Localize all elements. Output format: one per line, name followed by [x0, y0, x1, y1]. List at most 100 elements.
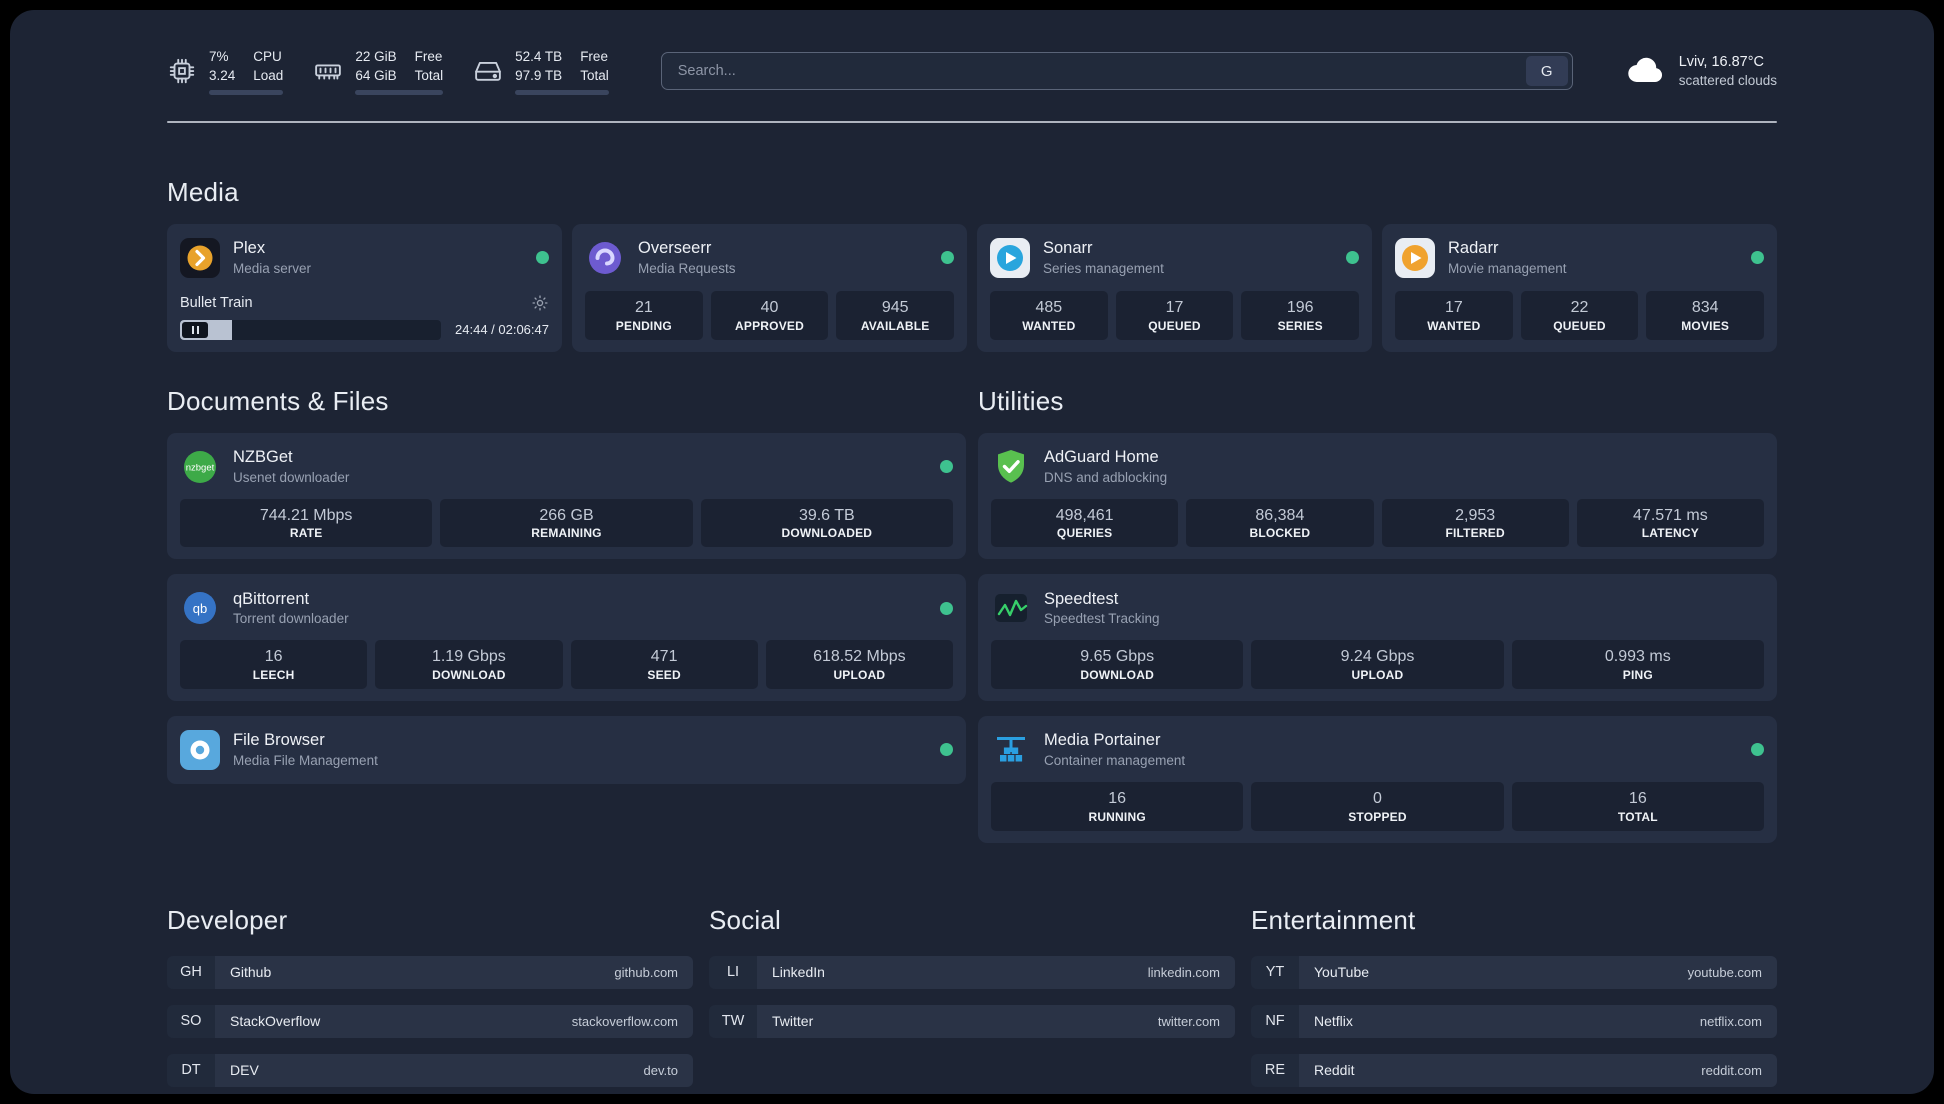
- bookmark-abbr: YT: [1251, 955, 1299, 989]
- pause-button[interactable]: [182, 321, 208, 338]
- stat-label: AVAILABLE: [860, 318, 930, 333]
- stats-row: 9.65 Gbps DOWNLOAD 9.24 Gbps UPLOAD 0.99…: [991, 640, 1764, 689]
- bookmark-twitter[interactable]: TW Twitter twitter.com: [709, 1004, 1235, 1038]
- search-provider-button[interactable]: G: [1525, 56, 1568, 87]
- stat-label: REMAINING: [531, 526, 602, 541]
- stat-label: WANTED: [1427, 318, 1481, 333]
- service-name: AdGuard Home: [1044, 448, 1159, 467]
- cpu-load: 3.24: [209, 67, 236, 83]
- bookmark-name: DEV: [230, 1062, 259, 1079]
- bookmark-domain: youtube.com: [1687, 964, 1762, 980]
- bookmark-name: LinkedIn: [772, 964, 825, 981]
- bookmark-domain: stackoverflow.com: [571, 1013, 678, 1029]
- memory-values: 22 GiB 64 GiB: [355, 48, 396, 86]
- playback-progressbar[interactable]: [180, 319, 442, 340]
- service-name: Sonarr: [1043, 239, 1093, 258]
- bookmark-youtube[interactable]: YT YouTube youtube.com: [1251, 955, 1777, 989]
- stat-queries: 498,461 QUERIES: [991, 498, 1179, 548]
- bookmark-name: Github: [230, 964, 272, 981]
- bookmark-stackoverflow[interactable]: SO StackOverflow stackoverflow.com: [167, 1004, 693, 1038]
- stat-label: SERIES: [1277, 318, 1323, 333]
- bookmark-github[interactable]: GH Github github.com: [167, 955, 693, 989]
- stat-movies: 834 MOVIES: [1646, 291, 1765, 340]
- stat-download: 1.19 Gbps DOWNLOAD: [375, 640, 563, 689]
- service-nzbget[interactable]: nzbget NZBGet Usenet downloader: [180, 445, 953, 489]
- bookmark-dev[interactable]: DT DEV dev.to: [167, 1053, 693, 1087]
- stat-upload: 618.52 Mbps UPLOAD: [765, 640, 953, 689]
- bookmark-group-developer: Developer GH Github github.com SO StackO…: [167, 905, 693, 1087]
- section-title-utilities: Utilities: [978, 385, 1064, 416]
- media-grid: Plex Media server Bullet Train 24:44 / 0…: [167, 223, 1777, 352]
- gear-icon[interactable]: [531, 294, 549, 312]
- stat-leech: 16 LEECH: [180, 640, 368, 689]
- bookmark-domain: github.com: [614, 964, 678, 980]
- section-title-documents: Documents & Files: [167, 385, 389, 416]
- bookmark-abbr: TW: [709, 1004, 757, 1038]
- stats-row: 744.21 Mbps RATE 266 GB REMAINING 39.6 T…: [180, 498, 953, 548]
- service-qbittorrent[interactable]: qb qBittorrent Torrent downloader: [180, 586, 953, 630]
- disk-icon: [473, 56, 503, 86]
- service-desc: Speedtest Tracking: [1044, 611, 1160, 627]
- stat-running: 16 RUNNING: [991, 781, 1244, 831]
- stats-row: 16 RUNNING 0 STOPPED 16 TOTAL: [991, 781, 1764, 831]
- sonarr-icon: [990, 237, 1030, 278]
- bookmark-domain: reddit.com: [1701, 1062, 1762, 1078]
- bookmark-reddit[interactable]: RE Reddit reddit.com: [1251, 1053, 1777, 1087]
- service-speedtest[interactable]: Speedtest Speedtest Tracking: [991, 586, 1764, 630]
- service-desc: Usenet downloader: [233, 469, 350, 485]
- status-dot: [940, 601, 953, 615]
- stat-label: QUEUED: [1148, 318, 1201, 333]
- stat-label: QUERIES: [1056, 526, 1113, 541]
- disk-label-2: Total: [580, 67, 609, 83]
- memory-total: 64 GiB: [355, 67, 397, 83]
- service-overseerr[interactable]: Overseerr Media Requests: [585, 236, 954, 280]
- stat-label: RUNNING: [1088, 809, 1146, 824]
- service-portainer[interactable]: Media Portainer Container management: [991, 728, 1764, 772]
- stat-wanted: 17 WANTED: [1395, 291, 1513, 340]
- service-sonarr[interactable]: Sonarr Series management: [990, 236, 1359, 280]
- cloud-icon: [1625, 54, 1667, 88]
- card-portainer: Media Portainer Container management 16 …: [978, 715, 1777, 843]
- stat-value: 0.993 ms: [1604, 648, 1671, 666]
- disk-total: 97.9 TB: [515, 67, 563, 83]
- status-dot: [1751, 743, 1764, 757]
- stat-series: 196 SERIES: [1241, 291, 1360, 340]
- cpu-icon: [167, 56, 197, 86]
- stat-value: 9.24 Gbps: [1340, 648, 1415, 666]
- topbar: 7% 3.24 CPU Load 22 GiB 64 GiB Free Tota…: [167, 48, 1777, 95]
- stat-value: 40: [760, 299, 779, 317]
- cpu-widget: 7% 3.24 CPU Load: [167, 48, 284, 95]
- service-name: Radarr: [1448, 239, 1499, 258]
- stat-label: FILTERED: [1445, 526, 1505, 541]
- card-filebrowser: File Browser Media File Management: [167, 715, 966, 784]
- weather-condition: scattered clouds: [1678, 73, 1777, 89]
- service-desc: Media server: [233, 260, 312, 276]
- status-dot: [1346, 251, 1359, 265]
- service-name: File Browser: [233, 731, 325, 750]
- portainer-icon: [991, 730, 1031, 770]
- stat-value: 266 GB: [539, 506, 594, 524]
- bookmark-netflix[interactable]: NF Netflix netflix.com: [1251, 1004, 1777, 1038]
- section-title-social: Social: [709, 904, 782, 935]
- stat-label: LATENCY: [1641, 526, 1699, 541]
- weather-widget: Lviv, 16.87°C scattered clouds: [1625, 53, 1777, 91]
- speedtest-icon: [991, 588, 1031, 628]
- service-filebrowser[interactable]: File Browser Media File Management: [180, 728, 953, 772]
- stat-label: DOWNLOAD: [1080, 667, 1154, 682]
- stat-label: DOWNLOADED: [781, 526, 873, 541]
- stat-value: 17: [1444, 299, 1463, 317]
- bookmark-linkedin[interactable]: LI LinkedIn linkedin.com: [709, 955, 1235, 989]
- stat-label: APPROVED: [735, 318, 804, 333]
- documents-column: Documents & Files nzbget NZBGet Usenet d…: [167, 386, 966, 843]
- stat-available: 945 AVAILABLE: [836, 291, 955, 340]
- status-dot: [941, 251, 954, 265]
- service-name: qBittorrent: [233, 589, 310, 608]
- stat-latency: 47.571 ms LATENCY: [1576, 498, 1764, 548]
- cpu-values: 7% 3.24: [209, 48, 235, 86]
- stat-value: 2,953: [1455, 506, 1496, 524]
- service-plex[interactable]: Plex Media server: [180, 236, 549, 280]
- service-radarr[interactable]: Radarr Movie management: [1395, 236, 1764, 280]
- memory-free: 22 GiB: [355, 49, 397, 64]
- search-input[interactable]: [661, 63, 1526, 80]
- service-adguard[interactable]: AdGuard Home DNS and adblocking: [991, 445, 1764, 489]
